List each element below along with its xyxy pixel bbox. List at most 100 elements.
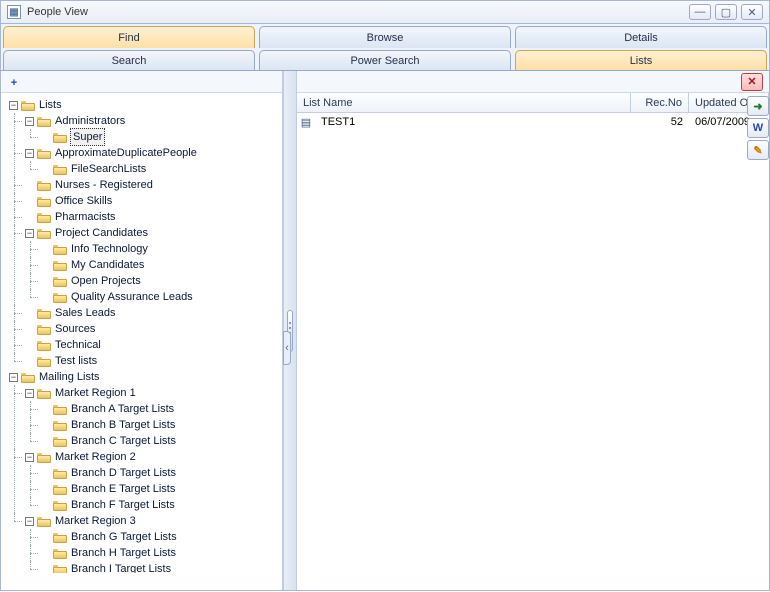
tree-node-label: Test lists xyxy=(54,353,98,369)
tree-toggle-placeholder xyxy=(25,197,34,206)
tree-toggle[interactable]: − xyxy=(25,517,34,526)
grid-header: List Name Rec.No Updated On xyxy=(297,93,769,113)
tree-node[interactable]: Branch I Target Lists xyxy=(41,561,280,573)
close-window-button[interactable]: ✕ xyxy=(741,4,763,20)
tab-search[interactable]: Search xyxy=(3,50,255,70)
tree-node-label: Market Region 2 xyxy=(54,449,137,465)
tree-node[interactable]: Branch D Target Lists xyxy=(41,465,280,481)
tree-node-label: Branch D Target Lists xyxy=(70,465,177,481)
tree-node[interactable]: Sources xyxy=(25,321,280,337)
folder-icon xyxy=(53,532,67,543)
export-icon: ➜ xyxy=(753,100,762,113)
tree-toggle-placeholder xyxy=(41,293,50,302)
word-export-button[interactable]: W xyxy=(747,118,769,138)
export-button[interactable]: ➜ xyxy=(747,96,769,116)
lists-tree[interactable]: −Lists−AdministratorsSuper−ApproximateDu… xyxy=(1,93,282,573)
tree-node[interactable]: Branch E Target Lists xyxy=(41,481,280,497)
tree-node-label: Sales Leads xyxy=(54,305,117,321)
tree-toggle[interactable]: − xyxy=(9,101,18,110)
tree-node[interactable]: Sales Leads xyxy=(25,305,280,321)
delete-button[interactable]: ✕ xyxy=(741,73,763,91)
tree-toggle-placeholder xyxy=(41,421,50,430)
folder-icon xyxy=(37,116,51,127)
tree-node[interactable]: Pharmacists xyxy=(25,209,280,225)
tree-node[interactable]: Super xyxy=(41,129,280,145)
folder-icon xyxy=(21,100,35,111)
folder-icon xyxy=(37,196,51,207)
tree-toggle[interactable]: − xyxy=(25,453,34,462)
tree-toggle[interactable]: − xyxy=(9,373,18,382)
tree-node-label: Administrators xyxy=(54,113,126,129)
tree-toggle[interactable]: − xyxy=(25,229,34,238)
tab-find[interactable]: Find xyxy=(3,26,255,48)
tree-toggle[interactable]: − xyxy=(25,389,34,398)
tree-node[interactable]: −ApproximateDuplicatePeople xyxy=(25,145,280,161)
tree-toggle-placeholder xyxy=(41,405,50,414)
tree-node[interactable]: Nurses - Registered xyxy=(25,177,280,193)
tree-node-label: Lists xyxy=(38,97,63,113)
collapse-left-button[interactable]: ‹ xyxy=(283,331,291,365)
tree-toggle-placeholder xyxy=(25,325,34,334)
tree-node[interactable]: Quality Assurance Leads xyxy=(41,289,280,305)
tree-node[interactable]: Test lists xyxy=(25,353,280,369)
tree-node[interactable]: FileSearchLists xyxy=(41,161,280,177)
tree-node-label: Branch I Target Lists xyxy=(70,561,172,573)
tree-node-label: Sources xyxy=(54,321,96,337)
tree-node[interactable]: Office Skills xyxy=(25,193,280,209)
open-button[interactable]: ✎ xyxy=(747,140,769,160)
folder-icon xyxy=(37,212,51,223)
maximize-button[interactable]: ▢ xyxy=(715,4,737,20)
tree-node[interactable]: −Market Region 1 xyxy=(25,385,280,401)
tree-toggle-placeholder xyxy=(25,341,34,350)
tab-lists[interactable]: Lists xyxy=(515,50,767,70)
side-action-bar: ➜ W ✎ xyxy=(747,96,769,160)
tree-node[interactable]: Open Projects xyxy=(41,273,280,289)
splitter[interactable]: ‹ xyxy=(283,71,297,590)
tree-toggle-placeholder xyxy=(41,469,50,478)
folder-icon xyxy=(37,452,51,463)
tree-toggle[interactable]: − xyxy=(25,117,34,126)
col-rec-no[interactable]: Rec.No xyxy=(631,93,689,112)
tree-node-label: Branch G Target Lists xyxy=(70,529,178,545)
tree-toggle-placeholder xyxy=(25,357,34,366)
tab-details[interactable]: Details xyxy=(515,26,767,48)
tree-root[interactable]: − Lists xyxy=(9,97,280,113)
tree-toggle[interactable]: − xyxy=(25,149,34,158)
tree-node[interactable]: Branch G Target Lists xyxy=(41,529,280,545)
tree-node[interactable]: My Candidates xyxy=(41,257,280,273)
tree-node[interactable]: Branch B Target Lists xyxy=(41,417,280,433)
tree-node[interactable]: Technical xyxy=(25,337,280,353)
folder-icon xyxy=(53,292,67,303)
tree-node[interactable]: Branch C Target Lists xyxy=(41,433,280,449)
tab-browse[interactable]: Browse xyxy=(259,26,511,48)
tree-node-label: Open Projects xyxy=(70,273,142,289)
tree-root[interactable]: −Mailing Lists xyxy=(9,369,280,385)
tree-toggle-placeholder xyxy=(41,533,50,542)
tree-node[interactable]: Branch A Target Lists xyxy=(41,401,280,417)
folder-icon xyxy=(21,372,35,383)
tree-node-label: My Candidates xyxy=(70,257,145,273)
tree-node[interactable]: − Market Region 2 xyxy=(25,449,280,465)
col-list-name[interactable]: List Name xyxy=(297,93,631,112)
window-title: People View xyxy=(27,6,88,18)
tab-label: Browse xyxy=(367,32,404,44)
add-list-button[interactable]: + xyxy=(5,73,23,91)
col-label: Rec.No xyxy=(645,97,682,109)
cell-list-name: TEST1 xyxy=(315,116,631,128)
tree-node[interactable]: −Market Region 3 xyxy=(25,513,280,529)
tree-toggle-placeholder xyxy=(41,245,50,254)
minimize-button[interactable]: — xyxy=(689,4,711,20)
tree-pane: + −Lists−AdministratorsSuper−Approximate… xyxy=(1,71,283,590)
tree-node[interactable]: Info Technology xyxy=(41,241,280,257)
tree-toggle-placeholder xyxy=(41,277,50,286)
tree-node-label: Branch B Target Lists xyxy=(70,417,176,433)
tree-node[interactable]: Branch H Target Lists xyxy=(41,545,280,561)
tree-node[interactable]: −Project Candidates xyxy=(25,225,280,241)
tab-power-search[interactable]: Power Search xyxy=(259,50,511,70)
tree-toggle-placeholder xyxy=(41,165,50,174)
table-row[interactable]: ▤TEST15206/07/2009 xyxy=(297,113,769,131)
list-icon: ▤ xyxy=(297,116,315,129)
tree-node[interactable]: Branch F Target Lists xyxy=(41,497,280,513)
titlebar: ▦ People View — ▢ ✕ xyxy=(0,0,770,24)
tree-node[interactable]: − Administrators xyxy=(25,113,280,129)
